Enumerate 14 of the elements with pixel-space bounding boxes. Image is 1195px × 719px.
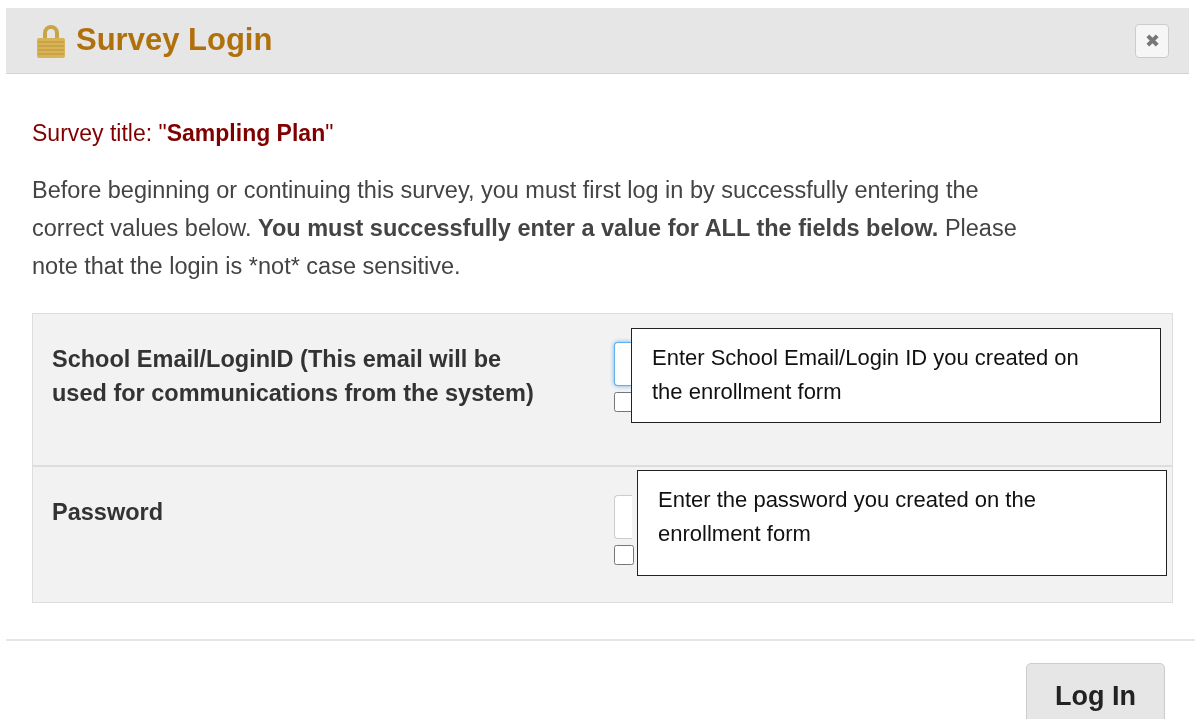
login-button[interactable]: Log In xyxy=(1026,662,1165,719)
close-button[interactable]: ✖ xyxy=(1135,23,1169,58)
show-checkbox[interactable] xyxy=(614,391,634,412)
instructions-text: Before beginning or continuing this survey, you must first log in by successfully entering the correct values below. You must successfully enter a value for ALL the fields below. Please note that the login is *not* case sensitive. xyxy=(32,175,1018,281)
input-field[interactable] xyxy=(614,494,632,539)
padlock-icon xyxy=(34,22,68,59)
show-checkbox[interactable] xyxy=(614,544,634,565)
survey-title-text: Survey title: "Sampling Plan" xyxy=(32,119,335,148)
field-label: Password xyxy=(51,497,165,527)
input-field[interactable] xyxy=(614,341,632,386)
field-label: School Email/LoginID (This email will be used for communications from the system) xyxy=(51,344,535,408)
dialog-title: Survey Login xyxy=(76,21,273,60)
callout-note: Enter School Email/Login ID you created on the enrollment form xyxy=(631,327,1161,423)
callout-note: Enter the password you created on the enrollment form xyxy=(637,469,1167,576)
